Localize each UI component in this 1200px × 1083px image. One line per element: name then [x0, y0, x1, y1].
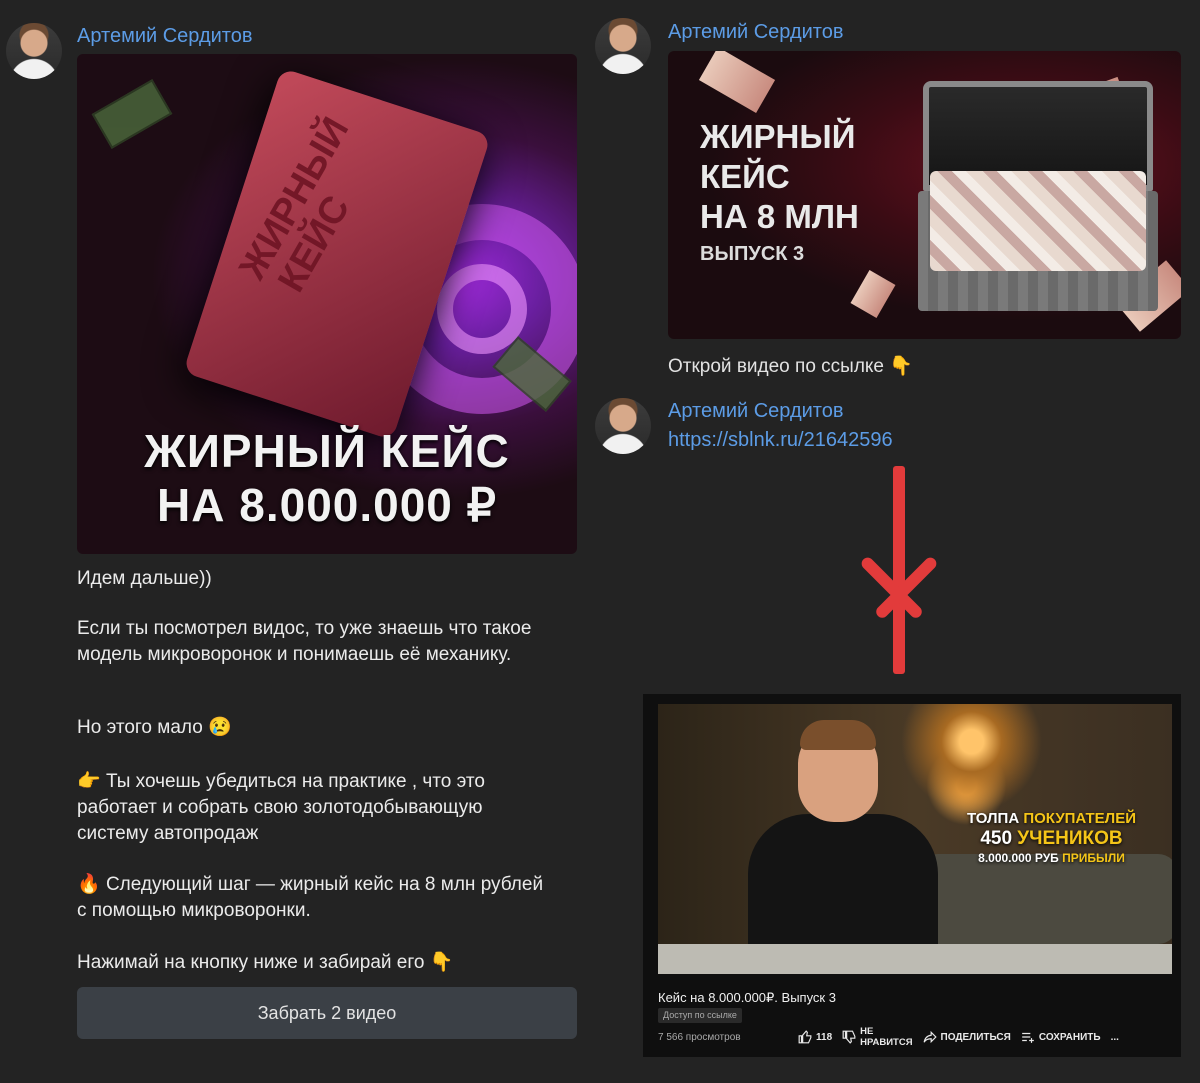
- dislike-label-line: НРАВИТСЯ: [860, 1037, 913, 1048]
- crying-emoji-icon: 😢: [208, 717, 232, 738]
- post-paragraph-text: Следующий шаг — жирный кейс на 8 млн руб…: [77, 874, 544, 921]
- overlay-highlight: ПРИБЫЛИ: [1062, 851, 1125, 865]
- like-count: 118: [816, 1031, 833, 1043]
- thumbnail-overlay-text: ТОЛПА ПОКУПАТЕЛЕЙ 450 УЧЕНИКОВ 8.000.000…: [967, 810, 1136, 865]
- avatar[interactable]: [595, 398, 651, 454]
- thumbs-up-icon: [798, 1030, 812, 1044]
- cover-headline: ЖИРНЫЙ КЕЙС НА 8.000.000 ₽: [77, 424, 577, 532]
- cash-stacks-decoration: [930, 171, 1146, 271]
- video-title[interactable]: Кейс на 8.000.000₽. Выпуск 3: [658, 990, 836, 1006]
- post-paragraph: Если ты посмотрел видос, то уже знаешь ч…: [77, 618, 532, 665]
- share-label: ПОДЕЛИТЬСЯ: [940, 1031, 1011, 1043]
- cover-title-line: КЕЙС: [700, 158, 790, 195]
- post-paragraph-text: Ты хочешь убедиться на практике , что эт…: [77, 771, 485, 844]
- case-cover-image[interactable]: ЖИРНЫЙ КЕЙС ЖИРНЫЙ КЕЙС НА 8.000.000 ₽: [77, 54, 577, 554]
- pointing-down-emoji-icon: 👇: [429, 952, 454, 973]
- cover-headline-line: НА 8.000.000 ₽: [157, 479, 497, 531]
- dislike-label-line: НЕ: [860, 1026, 874, 1037]
- share-icon: [923, 1030, 937, 1044]
- like-button[interactable]: 118: [798, 1030, 832, 1044]
- post-paragraph: Идем дальше)): [77, 568, 212, 589]
- money-bill-decoration: [850, 270, 896, 318]
- view-count: 7 566 просмотров: [658, 1032, 741, 1043]
- save-playlist-icon: [1022, 1032, 1034, 1043]
- case-episode-cover-image[interactable]: ЖИРНЫЙ КЕЙС НА 8 МЛН ВЫПУСК 3: [668, 51, 1181, 339]
- thumbs-down-icon: [842, 1030, 856, 1044]
- more-dots-icon: ...: [1110, 1031, 1119, 1043]
- overlay-text: 8.000.000 РУБ: [978, 851, 1063, 865]
- post-paragraph: 🔥 Следующий шаг — жирный кейс на 8 млн р…: [77, 872, 547, 924]
- post-paragraph: 👉 Ты хочешь убедиться на практике , что …: [77, 769, 547, 847]
- more-options-button[interactable]: ...: [1111, 1032, 1119, 1043]
- save-label: СОХРАНИТЬ: [1038, 1031, 1101, 1043]
- author-name[interactable]: Артемий Сердитов: [77, 25, 253, 48]
- presenter-torso: [748, 814, 938, 964]
- cover-title-line: НА 8 МЛН: [700, 198, 859, 235]
- author-name[interactable]: Артемий Сердитов: [668, 400, 844, 423]
- share-button[interactable]: ПОДЕЛИТЬСЯ: [923, 1030, 1011, 1044]
- video-link[interactable]: https://sblnk.ru/21642596: [668, 429, 893, 452]
- overlay-line: 8.000.000 РУБ ПРИБЫЛИ: [967, 851, 1136, 865]
- presenter-figure: [748, 720, 938, 964]
- post-paragraph-text: Но этого мало: [77, 717, 203, 738]
- money-bill-decoration: [91, 79, 173, 149]
- video-thumbnail[interactable]: ТОЛПА ПОКУПАТЕЛЕЙ 450 УЧЕНИКОВ 8.000.000…: [658, 704, 1172, 974]
- presenter-hair: [800, 720, 876, 750]
- overlay-line: 450 УЧЕНИКОВ: [967, 827, 1136, 851]
- pointing-down-emoji-icon: 👇: [889, 356, 913, 377]
- dislike-label: НЕ НРАВИТСЯ: [860, 1026, 912, 1048]
- cover-subtitle: ВЫПУСК 3: [700, 243, 805, 265]
- table-decoration: [658, 944, 1172, 974]
- access-badge: Доступ по ссылке: [658, 1008, 742, 1023]
- fire-emoji-icon: 🔥: [77, 874, 101, 895]
- overlay-line: ТОЛПА ПОКУПАТЕЛЕЙ: [967, 810, 1136, 827]
- overlay-highlight: ПОКУПАТЕЛЕЙ: [1023, 810, 1136, 827]
- youtube-video-card: ТОЛПА ПОКУПАТЕЛЕЙ 450 УЧЕНИКОВ 8.000.000…: [643, 694, 1181, 1057]
- post-paragraph-text: Нажимай на кнопку ниже и забирай его: [77, 952, 425, 973]
- dislike-button[interactable]: НЕ НРАВИТСЯ: [842, 1026, 913, 1048]
- post-paragraph: Но этого мало 😢: [77, 715, 557, 741]
- overlay-text: 450: [980, 828, 1018, 849]
- pointing-right-emoji-icon: 👉: [77, 771, 101, 792]
- down-arrow-icon: [893, 466, 905, 674]
- save-button[interactable]: СОХРАНИТЬ: [1021, 1030, 1101, 1044]
- cover-title: ЖИРНЫЙ КЕЙС НА 8 МЛН: [700, 117, 859, 237]
- money-bill-decoration: [698, 51, 776, 113]
- avatar[interactable]: [595, 18, 651, 74]
- avatar[interactable]: [6, 23, 62, 79]
- author-name[interactable]: Артемий Сердитов: [668, 21, 844, 44]
- post-paragraph: Нажимай на кнопку ниже и забирай его 👇: [77, 950, 557, 976]
- video-actions-bar: 118 НЕ НРАВИТСЯ ПОДЕЛИТЬСЯ СОХРАНИТЬ ...: [798, 1026, 1119, 1048]
- cover-title-line: ЖИРНЫЙ: [700, 118, 856, 155]
- couch-decoration: [918, 854, 1172, 944]
- overlay-text: ТОЛПА: [966, 810, 1024, 827]
- cover-headline-line: ЖИРНЫЙ КЕЙС: [144, 425, 510, 477]
- post-caption: Открой видео по ссылке 👇: [668, 354, 913, 378]
- get-videos-button[interactable]: Забрать 2 видео: [77, 987, 577, 1039]
- post-caption-text: Открой видео по ссылке: [668, 356, 884, 377]
- overlay-highlight: УЧЕНИКОВ: [1017, 828, 1123, 849]
